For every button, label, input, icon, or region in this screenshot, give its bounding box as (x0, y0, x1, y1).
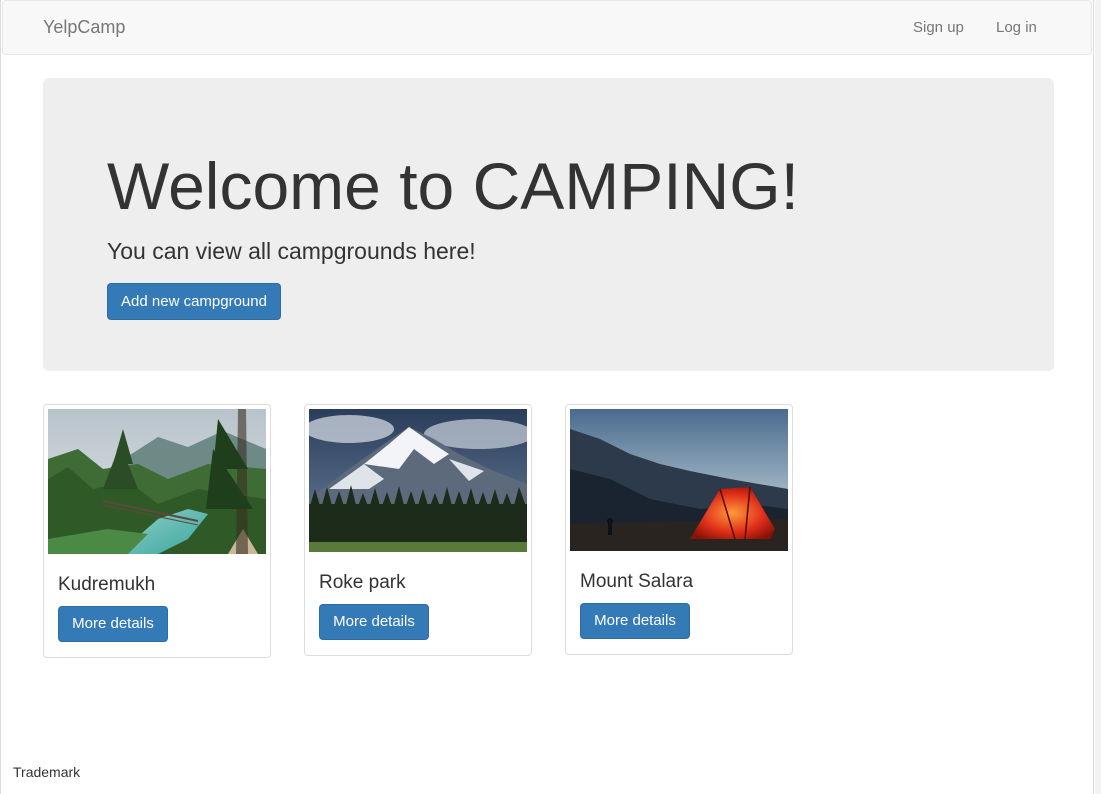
campground-name: Kudremukh (58, 574, 156, 595)
add-campground-button[interactable]: Add new campground (107, 283, 281, 320)
scrollbar-track[interactable] (1095, 0, 1101, 794)
footer-trademark: Trademark (13, 764, 81, 780)
navbar: YelpCamp Sign up Log in (2, 0, 1092, 55)
campground-card-roke-park: Roke park More details (304, 404, 532, 656)
more-details-button-kudremukh[interactable]: More details (58, 606, 168, 642)
campground-image-snowy-mountain[interactable] (309, 409, 527, 552)
more-details-button-roke-park[interactable]: More details (319, 604, 429, 640)
brand-logo-link[interactable]: YelpCamp (43, 17, 125, 37)
hero-title: Welcome to CAMPING! (107, 149, 799, 223)
campground-card-kudremukh: Kudremukh More details (43, 404, 271, 658)
login-link[interactable]: Log in (996, 19, 1037, 37)
campground-image-tent-dusk[interactable] (570, 409, 788, 551)
campground-card-mount-salara: Mount Salara More details (565, 404, 793, 655)
hero-subtitle: You can view all campgrounds here! (107, 238, 476, 264)
more-details-button-mount-salara[interactable]: More details (580, 603, 690, 639)
campground-name: Mount Salara (580, 571, 694, 592)
campground-image-forest-river[interactable] (48, 409, 266, 554)
signup-link[interactable]: Sign up (913, 19, 964, 37)
hero-jumbotron: Welcome to CAMPING! You can view all cam… (43, 78, 1054, 371)
campground-name: Roke park (319, 572, 406, 593)
